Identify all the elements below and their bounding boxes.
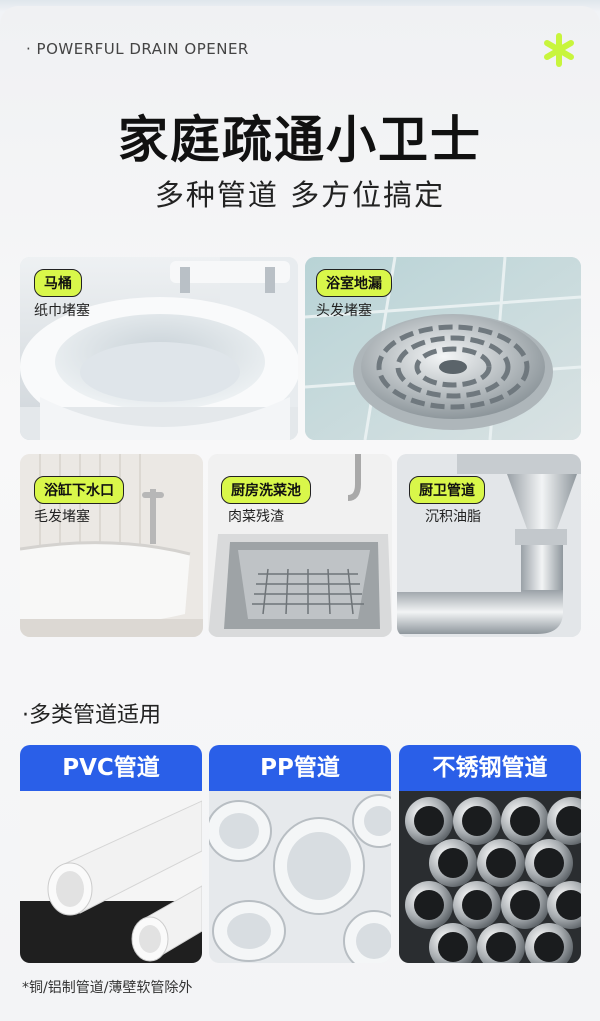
scenario-desc: 毛发堵塞 [34,509,90,525]
eyebrow-text: · POWERFUL DRAIN OPENER [26,40,249,58]
pipe-card-label: PP管道 [209,745,391,791]
pipe-card-label: PVC管道 [20,745,202,791]
scenario-desc: 纸巾堵塞 [34,303,90,319]
pipe-card-stainless: 不锈钢管道 [399,745,581,963]
pipe-card-pp: PP管道 [209,745,391,963]
exclusion-note: *铜/铝制管道/薄壁软管除外 [22,980,193,996]
scenario-desc: 沉积油脂 [425,509,481,525]
scenario-toilet: 马桶 纸巾堵塞 [20,257,298,440]
scenario-bathtub: 浴缸下水口 毛发堵塞 [20,454,203,637]
scenario-floor-drain: 浴室地漏 头发堵塞 [305,257,581,440]
pipe-card-pvc: PVC管道 [20,745,202,963]
scenario-tag: 马桶 [34,269,82,297]
scenario-desc: 肉菜残渣 [228,509,284,525]
scenario-pipes: 厨卫管道 沉积油脂 [397,454,581,637]
scenario-tag: 厨卫管道 [409,476,485,504]
stainless-pipe-image [399,791,581,963]
scenario-tag: 浴缸下水口 [34,476,124,504]
pipes-section-title: ·多类管道适用 [22,703,161,728]
asterisk-icon [544,33,574,67]
page-title: 家庭疏通小卫士 [118,111,482,169]
pvc-pipe-image [20,791,202,963]
pp-pipe-image [209,791,391,963]
scenario-tag: 厨房洗菜池 [221,476,311,504]
pipe-card-label: 不锈钢管道 [399,745,581,791]
page-subtitle: 多种管道 多方位搞定 [154,178,446,212]
scenario-desc: 头发堵塞 [316,303,372,319]
scenario-kitchen-sink: 厨房洗菜池 肉菜残渣 [208,454,392,637]
scenario-tag: 浴室地漏 [316,269,392,297]
